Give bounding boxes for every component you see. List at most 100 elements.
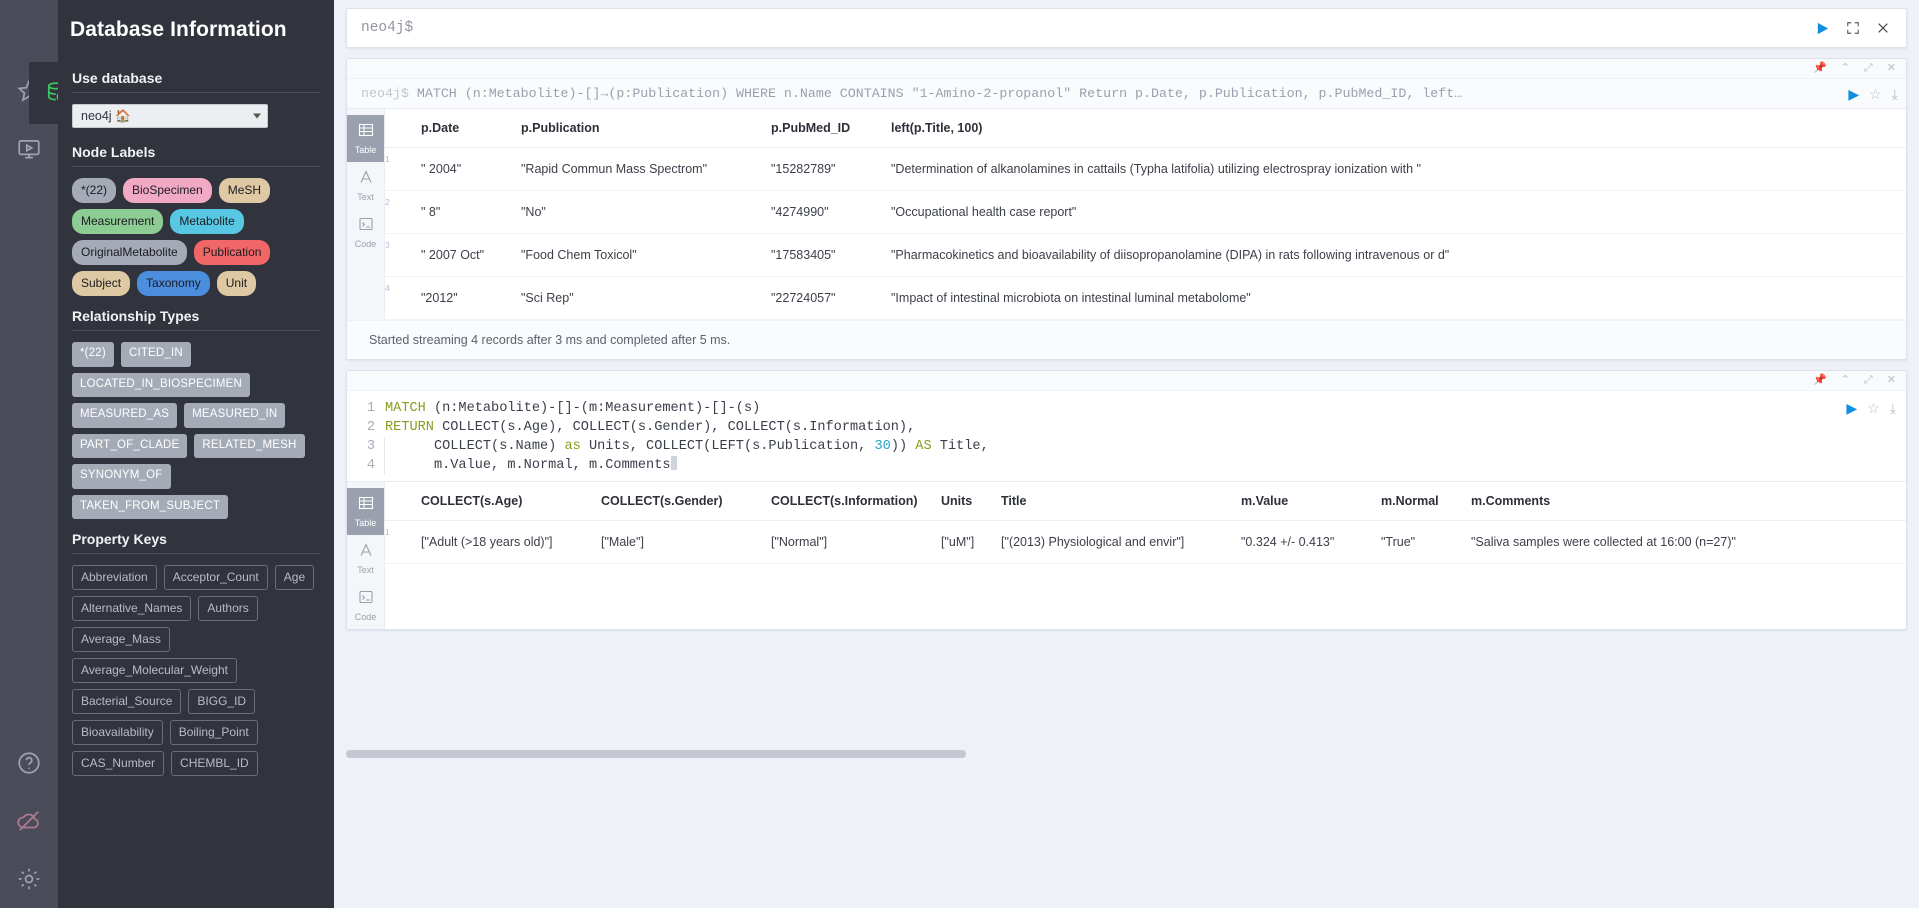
code-text[interactable]: COLLECT(s.Name) as Units, COLLECT(LEFT(s… (384, 437, 989, 456)
view-label: Code (354, 239, 377, 249)
property-key-chip[interactable]: CAS_Number (72, 751, 165, 776)
property-key-chip[interactable]: Acceptor_Count (163, 565, 268, 590)
frame-1-actions: ▶ ☆ ⤓ (1838, 87, 1898, 101)
node-label-chip[interactable]: Measurement (72, 209, 164, 234)
fullscreen-icon[interactable]: ⤢ (1864, 375, 1873, 386)
frame-1-query-row[interactable]: neo4j$ MATCH (n:Metabolite)-[]→(p:Public… (347, 79, 1906, 109)
property-key-chip[interactable]: Average_Molecular_Weight (72, 658, 237, 683)
table-cell: "0.324 +/- 0.413" (1241, 520, 1381, 564)
help-button[interactable] (0, 734, 58, 792)
run-query-button[interactable] (1808, 13, 1838, 43)
relationship-type-chip[interactable]: MEASURED_IN (184, 403, 286, 428)
settings-button[interactable] (0, 850, 58, 908)
property-key-chip[interactable]: Abbreviation (72, 565, 157, 590)
close-frame-icon[interactable]: ✕ (1887, 375, 1896, 386)
frame-1-titlebar: 📌 ⌃ ⤢ ✕ (347, 59, 1906, 79)
property-keys-heading: Property Keys (72, 531, 167, 547)
close-icon (1878, 23, 1888, 33)
line-number: 4 (366, 458, 375, 473)
view-table[interactable]: Table (347, 115, 384, 162)
table-row: 4 "2012" "Sci Rep" "22724057" "Impact of int… (385, 276, 1906, 320)
row-number: 4 (385, 276, 421, 320)
node-label-chip[interactable]: *(22) (72, 178, 117, 203)
frame-2-code-editor[interactable]: 1 MATCH (n:Metabolite)-[]-(m:Measurement)… (347, 391, 1906, 482)
property-key-chip[interactable]: Bacterial_Source (72, 689, 182, 714)
rerun-query-icon[interactable]: ▶ (1848, 87, 1859, 101)
view-text[interactable]: Text (347, 535, 384, 582)
node-label-chip[interactable]: Unit (216, 271, 257, 296)
download-icon[interactable]: ⤓ (1892, 87, 1898, 101)
property-key-chip[interactable]: Alternative_Names (72, 596, 192, 621)
pin-icon[interactable]: 📌 (1813, 63, 1827, 74)
question-circle-icon (18, 752, 40, 774)
property-key-chip[interactable]: Boiling_Point (169, 720, 258, 745)
property-key-chip[interactable]: Average_Mass (72, 627, 170, 652)
code-text[interactable]: RETURN COLLECT(s.Age), COLLECT(s.Gender)… (385, 418, 915, 437)
relationship-type-chip[interactable]: CITED_IN (120, 342, 191, 367)
scrollbar-thumb[interactable] (346, 750, 966, 758)
expand-editor-button[interactable] (1838, 13, 1868, 43)
view-table[interactable]: Table (347, 488, 384, 535)
frame-1-view-switcher: Table Text Code (347, 109, 385, 320)
relationship-type-chip[interactable]: TAKEN_FROM_SUBJECT (72, 494, 229, 519)
cypher-editor-bar[interactable]: neo4j$ (346, 8, 1907, 48)
relationship-type-chip[interactable]: PART_OF_CLADE (72, 433, 188, 458)
view-code[interactable]: Code (347, 582, 384, 629)
property-key-chip[interactable]: Age (274, 565, 315, 590)
relationship-type-chip[interactable]: RELATED_MESH (194, 433, 305, 458)
property-key-chip[interactable]: BIGG_ID (188, 689, 256, 714)
table-cell: " 2007 Oct" (421, 233, 521, 277)
frame-1-table-wrap: p.Date p.Publication p.PubMed_ID left(p.Tit… (385, 109, 1906, 320)
collapse-icon[interactable]: ⌃ (1841, 63, 1850, 74)
line-number: 2 (366, 420, 375, 435)
node-label-chip[interactable]: OriginalMetabolite (72, 240, 187, 265)
row-number-header (385, 109, 421, 148)
column-header: Title (1001, 482, 1241, 521)
collapse-icon[interactable]: ⌃ (1841, 375, 1850, 386)
relationship-type-chip[interactable]: *(22) (72, 342, 114, 367)
fullscreen-icon[interactable]: ⤢ (1864, 63, 1873, 74)
close-frame-icon[interactable]: ✕ (1887, 63, 1896, 74)
node-label-chip[interactable]: MeSH (218, 178, 271, 203)
relationship-type-chip[interactable]: SYNONYM_OF (72, 464, 171, 489)
download-icon[interactable]: ⤓ (1890, 401, 1896, 415)
view-code[interactable]: Code (347, 209, 384, 256)
node-label-chip[interactable]: Subject (72, 271, 131, 296)
database-select[interactable]: neo4j 🏠 (72, 104, 268, 128)
node-labels-section: Node Labels *(22) BioSpecimen MeSH Measurem… (58, 144, 334, 296)
code-text[interactable]: m.Value, m.Normal, m.Comments (384, 456, 677, 475)
cypher-text: Units, COLLECT(LEFT(s.Publication, (580, 439, 875, 454)
table-cell: ["uM"] (941, 520, 1001, 564)
cypher-code[interactable]: 1 MATCH (n:Metabolite)-[]-(m:Measurement)… (347, 399, 1836, 475)
pin-icon[interactable]: 📌 (1813, 375, 1827, 386)
table-cell: "Pharmacokinetics and bioavailability of… (891, 233, 1906, 277)
save-favorite-icon[interactable]: ☆ (1867, 401, 1880, 415)
table-header-row: COLLECT(s.Age) COLLECT(s.Gender) COLLECT(s… (385, 482, 1906, 521)
project-files-button[interactable] (0, 120, 58, 178)
relationship-type-chip[interactable]: MEASURED_AS (72, 403, 178, 428)
code-icon (358, 589, 374, 610)
save-favorite-icon[interactable]: ☆ (1869, 87, 1882, 101)
relationship-type-chip[interactable]: LOCATED_IN_BIOSPECIMEN (72, 372, 251, 397)
property-key-chip[interactable]: Authors (198, 596, 258, 621)
code-text[interactable]: MATCH (n:Metabolite)-[]-(m:Measurement)-… (385, 399, 760, 418)
property-key-chip[interactable]: Bioavailability (72, 720, 163, 745)
table-row: 1 ["Adult (>18 years old)"] ["Male"] ["Norm… (385, 520, 1906, 564)
close-editor-button[interactable] (1868, 13, 1898, 43)
node-label-chip[interactable]: BioSpecimen (123, 178, 212, 203)
node-label-chip[interactable]: Taxonomy (137, 271, 210, 296)
view-text[interactable]: Text (347, 162, 384, 209)
expand-icon (1847, 22, 1859, 34)
node-label-chip[interactable]: Publication (193, 240, 271, 265)
cypher-text: Title, (931, 439, 989, 454)
table-cell: "Food Chem Toxicol" (521, 233, 771, 277)
text-icon (358, 169, 374, 190)
rerun-query-icon[interactable]: ▶ (1846, 401, 1857, 415)
node-label-chip[interactable]: Metabolite (170, 209, 244, 234)
column-header: p.Publication (521, 109, 771, 148)
query-prompt-prefix: neo4j$ (361, 86, 409, 101)
connection-status-button[interactable] (0, 792, 58, 850)
horizontal-scrollbar[interactable] (346, 750, 1907, 758)
property-key-chip[interactable]: CHEMBL_ID (171, 751, 258, 776)
divider (72, 166, 320, 167)
